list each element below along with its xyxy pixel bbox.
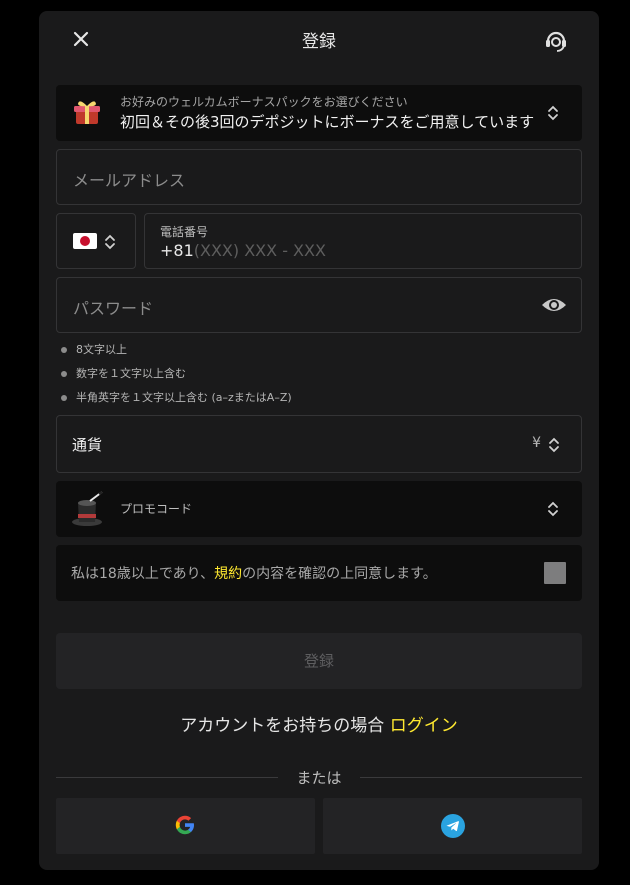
magic-hat-icon bbox=[72, 491, 103, 526]
bonus-selected-value: 初回＆その後3回のデポジットにボーナスをご用意しています bbox=[120, 113, 535, 131]
google-icon bbox=[175, 815, 194, 835]
phone-value: +81(XXX) XXX - XXX bbox=[160, 241, 326, 260]
currency-selector[interactable]: 通貨 ¥ bbox=[56, 415, 582, 473]
country-code-selector[interactable] bbox=[56, 213, 136, 269]
gift-icon bbox=[74, 101, 100, 124]
email-field[interactable]: メールアドレス bbox=[56, 149, 582, 205]
password-rule: 数字を１文字以上含む bbox=[61, 365, 292, 389]
currency-symbol: ¥ bbox=[532, 435, 541, 451]
telegram-login-button[interactable] bbox=[323, 798, 582, 854]
email-placeholder: メールアドレス bbox=[73, 171, 186, 190]
bonus-caption: お好みのウェルカムボーナスパックをお選びください bbox=[120, 95, 408, 109]
headset-icon[interactable] bbox=[542, 26, 570, 54]
age-terms-agreement: 私は18歳以上であり、規約の内容を確認の上同意します。 bbox=[56, 545, 582, 601]
chevron-updown-icon bbox=[548, 105, 558, 121]
bonus-selector[interactable]: お好みのウェルカムボーナスパックをお選びください 初回＆その後3回のデポジットに… bbox=[56, 85, 582, 141]
agreement-prefix: 私は18歳以上であり、 bbox=[71, 566, 215, 582]
login-prompt: アカウントをお持ちの場合 ログイン bbox=[39, 711, 599, 736]
password-placeholder: パスワード bbox=[73, 299, 154, 318]
currency-label: 通貨 bbox=[72, 436, 103, 454]
page-title: 登録 bbox=[302, 32, 336, 52]
phone-field[interactable]: 電話番号 +81(XXX) XXX - XXX bbox=[144, 213, 582, 269]
registration-modal: 登録 お好みのウェルカムボーナスパックをお選びください 初回＆その後3回のデポジ… bbox=[39, 11, 599, 870]
password-rules: 8文字以上 数字を１文字以上含む 半角英字を１文字以上含む (a–zまたはA–Z… bbox=[61, 341, 292, 413]
telegram-icon bbox=[441, 814, 465, 838]
agreement-checkbox[interactable] bbox=[544, 562, 566, 584]
divider-line bbox=[360, 777, 582, 778]
login-link[interactable]: ログイン bbox=[390, 716, 458, 736]
agreement-suffix: の内容を確認の上同意します。 bbox=[242, 566, 437, 582]
password-rule: 半角英字を１文字以上含む (a–zまたはA–Z) bbox=[61, 389, 292, 413]
register-submit-button[interactable]: 登録 bbox=[56, 633, 582, 689]
eye-icon[interactable] bbox=[541, 294, 567, 316]
phone-mask: (XXX) XXX - XXX bbox=[193, 241, 326, 260]
chevron-updown-icon bbox=[105, 234, 115, 250]
terms-link[interactable]: 規約 bbox=[214, 566, 242, 582]
promo-code-label: プロモコード bbox=[120, 502, 193, 516]
password-field[interactable]: パスワード bbox=[56, 277, 582, 333]
japan-flag-icon bbox=[73, 233, 97, 249]
phone-country-code: +81 bbox=[160, 241, 194, 260]
chevron-updown-icon bbox=[548, 501, 558, 517]
chevron-updown-icon bbox=[549, 437, 559, 453]
phone-label: 電話番号 bbox=[160, 225, 209, 239]
login-prompt-text: アカウントをお持ちの場合 bbox=[180, 716, 390, 736]
agreement-text: 私は18歳以上であり、規約の内容を確認の上同意します。 bbox=[71, 563, 437, 583]
or-divider: または bbox=[56, 767, 582, 787]
password-rule: 8文字以上 bbox=[61, 341, 292, 365]
promo-code-selector[interactable]: プロモコード bbox=[56, 481, 582, 537]
google-login-button[interactable] bbox=[56, 798, 315, 854]
